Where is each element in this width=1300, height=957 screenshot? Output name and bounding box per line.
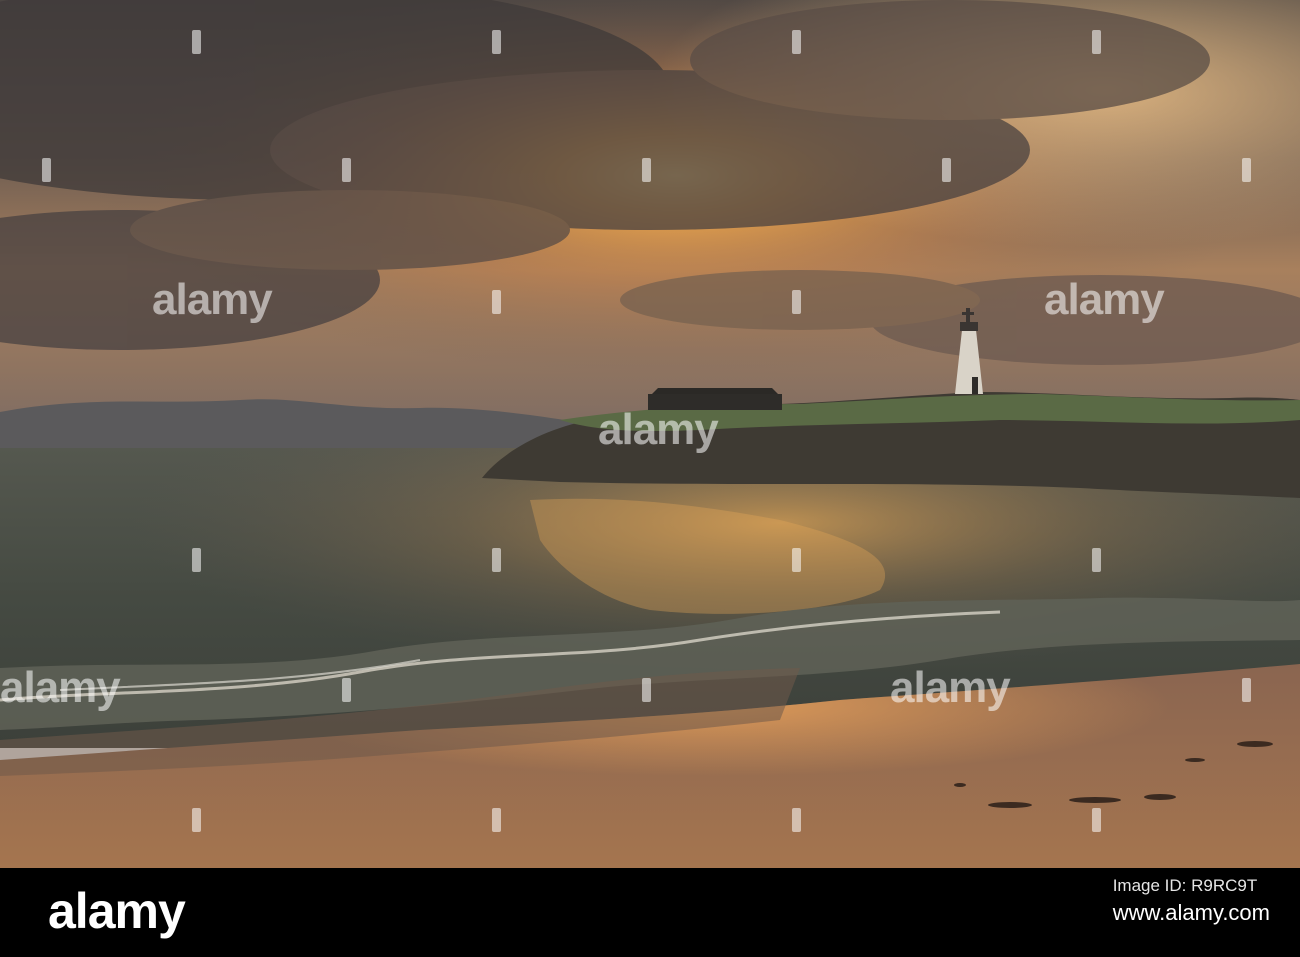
stock-photo: alamy alamy alamy alamy alamy bbox=[0, 0, 1300, 868]
site-url: www.alamy.com bbox=[1112, 900, 1270, 925]
watermark-mark bbox=[192, 548, 201, 572]
watermark-mark bbox=[492, 808, 501, 832]
watermark-mark bbox=[792, 290, 801, 314]
watermark-mark bbox=[792, 548, 801, 572]
watermark-mark bbox=[42, 158, 51, 182]
watermark-mark bbox=[1242, 678, 1251, 702]
image-id-label: Image ID: R9RC9T bbox=[1112, 876, 1258, 895]
alamy-logo: alamy bbox=[48, 883, 186, 939]
watermark-mark bbox=[342, 158, 351, 182]
watermark-mark bbox=[192, 30, 201, 54]
watermark-mark bbox=[492, 30, 501, 54]
watermark-mark bbox=[1092, 808, 1101, 832]
coastal-sunset-scene bbox=[0, 0, 1300, 868]
watermark-mark bbox=[1242, 158, 1251, 182]
watermark-mark bbox=[642, 158, 651, 182]
island-building bbox=[648, 394, 782, 410]
watermark-mark bbox=[792, 808, 801, 832]
watermark-mark bbox=[192, 808, 201, 832]
watermark-mark bbox=[642, 678, 651, 702]
watermark-mark bbox=[492, 548, 501, 572]
watermark-mark bbox=[1092, 548, 1101, 572]
image-meta: Image ID: R9RC9T www.alamy.com bbox=[1113, 876, 1270, 926]
watermark-mark bbox=[792, 30, 801, 54]
watermark-mark bbox=[492, 290, 501, 314]
watermark-mark bbox=[1092, 30, 1101, 54]
watermark-mark bbox=[342, 678, 351, 702]
alamy-footer-bar: alamy Image ID: R9RC9T www.alamy.com bbox=[0, 868, 1300, 957]
watermark-mark bbox=[942, 158, 951, 182]
